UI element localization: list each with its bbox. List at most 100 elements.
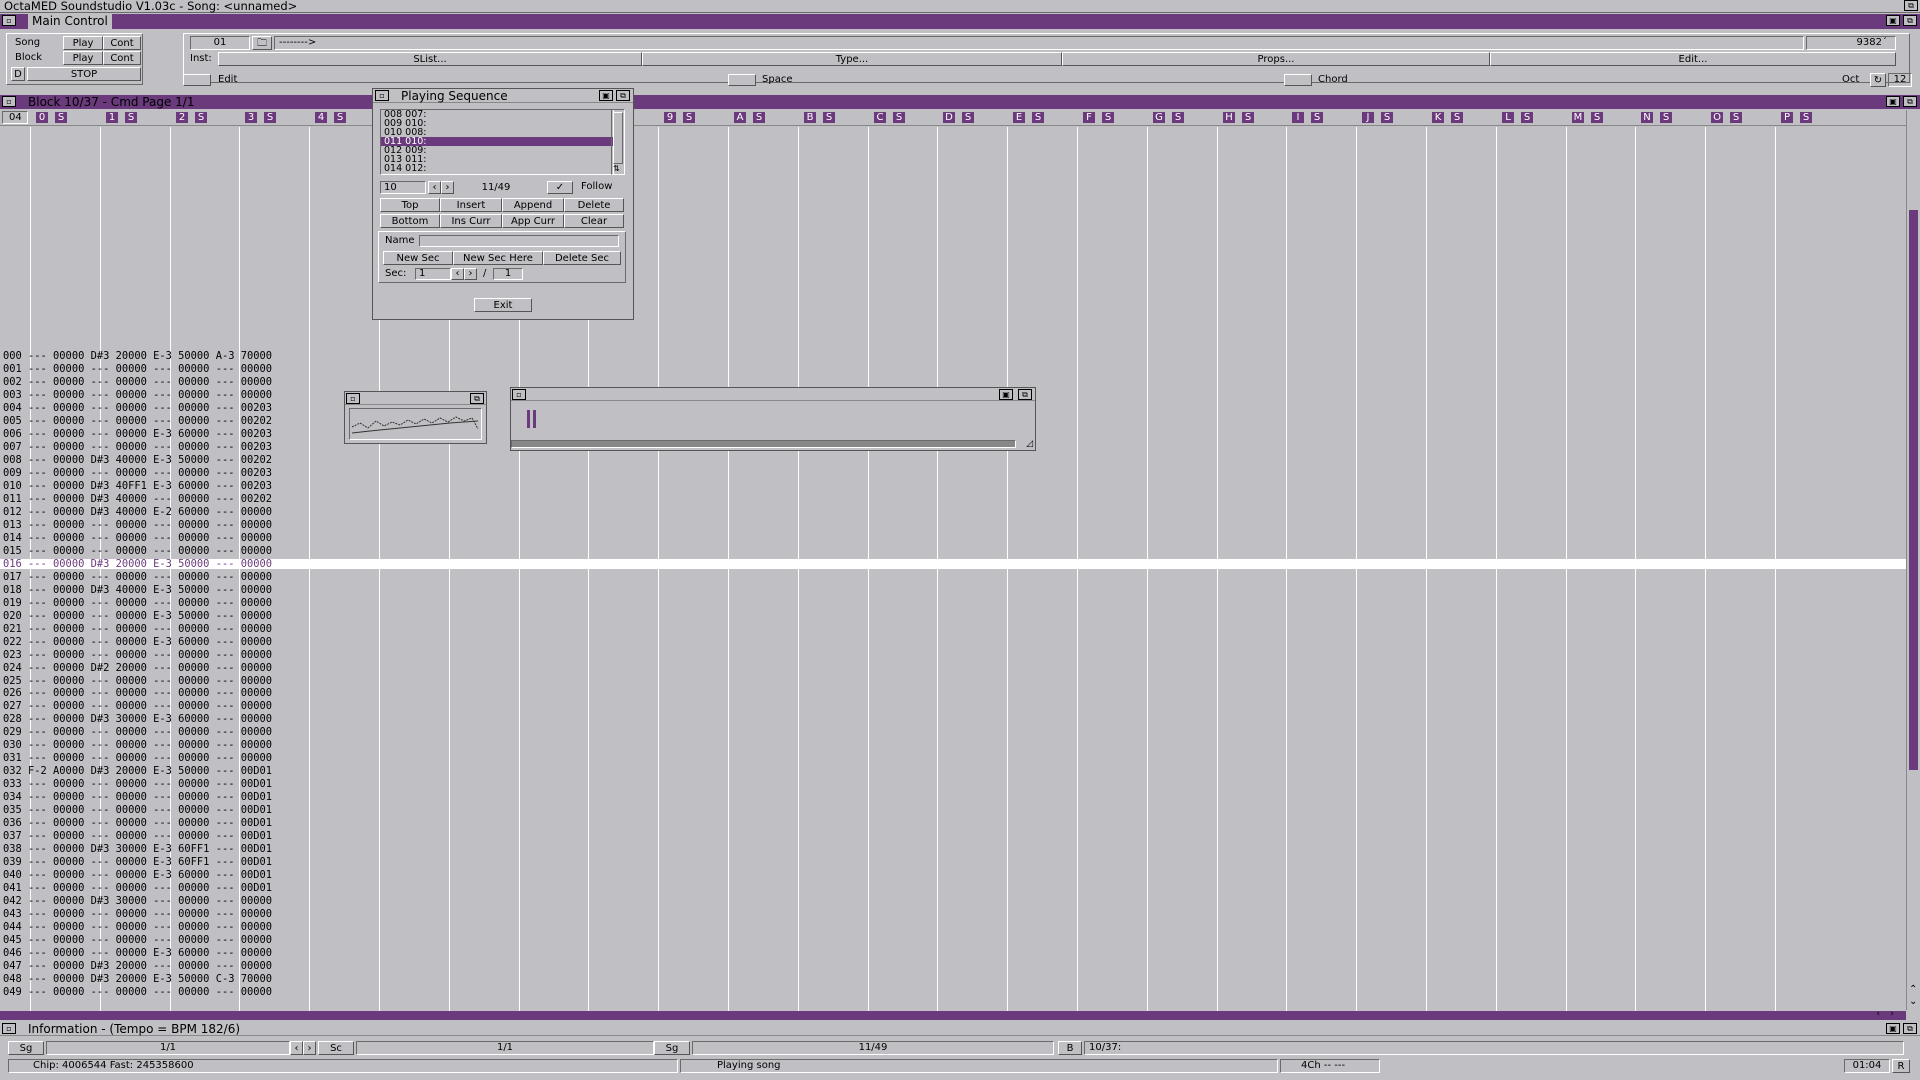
edit-button[interactable]: Edit...: [1490, 52, 1896, 66]
slist-button[interactable]: SList...: [218, 52, 642, 66]
track-1-number[interactable]: 1: [106, 112, 118, 123]
screen-depth-icon[interactable]: ⧉: [1904, 0, 1918, 11]
track-9-solo-button[interactable]: S: [683, 112, 695, 123]
insert-button[interactable]: Insert: [440, 198, 502, 212]
pattern-row[interactable]: 017 --- 00000 --- 00000 --- 00000 --- 00…: [3, 572, 272, 583]
append-button[interactable]: Append: [502, 198, 564, 212]
pattern-row[interactable]: 041 --- 00000 --- 00000 --- 00000 --- 00…: [3, 883, 272, 894]
pattern-row[interactable]: 042 --- 00000 D#3 30000 --- 00000 --- 00…: [3, 896, 272, 907]
sc-button[interactable]: Sc: [318, 1041, 354, 1055]
track-j-number[interactable]: J: [1362, 112, 1374, 123]
delete-sec-button[interactable]: Delete Sec: [543, 251, 621, 265]
block-editor-titlebar[interactable]: ▫ Block 10/37 - Cmd Page 1/1 ▣ ⧉: [0, 95, 1920, 109]
pattern-row[interactable]: 004 --- 00000 --- 00000 --- 00000 --- 00…: [3, 403, 272, 414]
track-d-number[interactable]: D: [943, 112, 955, 123]
pattern-row[interactable]: 043 --- 00000 --- 00000 --- 00000 --- 00…: [3, 909, 272, 920]
sec-next-button[interactable]: ›: [464, 268, 477, 280]
pattern-row[interactable]: 046 --- 00000 --- 00000 E-3 60000 --- 00…: [3, 948, 272, 959]
track-f-number[interactable]: F: [1083, 112, 1095, 123]
track-9-number[interactable]: 9: [664, 112, 676, 123]
pattern-row[interactable]: 011 --- 00000 D#3 40000 --- 00000 --- 00…: [3, 494, 272, 505]
horizontal-scrollbar[interactable]: ‹ ›: [0, 1009, 1906, 1020]
sec-prev-button[interactable]: ‹: [451, 268, 464, 280]
depth-icon[interactable]: ⧉: [616, 90, 630, 101]
pattern-row[interactable]: 029 --- 00000 --- 00000 --- 00000 --- 00…: [3, 727, 272, 738]
track-k-solo-button[interactable]: S: [1451, 112, 1463, 123]
top-button[interactable]: Top: [380, 198, 440, 212]
pattern-row[interactable]: 035 --- 00000 --- 00000 --- 00000 --- 00…: [3, 805, 272, 816]
zoom-icon[interactable]: ▣: [1886, 1023, 1900, 1034]
chord-toggle[interactable]: [1284, 74, 1312, 86]
pattern-row[interactable]: 020 --- 00000 --- 00000 E-3 50000 --- 00…: [3, 610, 272, 622]
track-h-number[interactable]: H: [1223, 112, 1235, 123]
track-o-number[interactable]: O: [1711, 112, 1723, 123]
track-g-number[interactable]: G: [1153, 112, 1165, 123]
depth-icon[interactable]: ⧉: [470, 393, 484, 404]
close-icon[interactable]: ▫: [2, 1023, 16, 1034]
pattern-row-current[interactable]: 016 --- 00000 D#3 20000 E-3 50000 --- 00…: [0, 559, 1909, 570]
app-curr-button[interactable]: App Curr: [502, 214, 564, 228]
pattern-row[interactable]: 015 --- 00000 --- 00000 --- 00000 --- 00…: [3, 546, 272, 557]
space-toggle[interactable]: [728, 74, 756, 86]
oct-cycle-button[interactable]: ↻: [1870, 73, 1886, 87]
track-b-number[interactable]: B: [804, 112, 816, 123]
playing-sequence-titlebar[interactable]: ▫ Playing Sequence ▣ ⧉: [373, 89, 633, 103]
pattern-row[interactable]: 000 --- 00000 D#3 20000 E-3 50000 A-3 70…: [3, 351, 272, 362]
pattern-row[interactable]: 019 --- 00000 --- 00000 --- 00000 --- 00…: [3, 598, 272, 609]
close-icon[interactable]: ▫: [346, 393, 360, 404]
sequence-scrollbar[interactable]: ⇅: [611, 109, 625, 175]
pattern-row[interactable]: 014 --- 00000 --- 00000 --- 00000 --- 00…: [3, 533, 272, 544]
new-sec-here-button[interactable]: New Sec Here: [453, 251, 543, 265]
pattern-row[interactable]: 036 --- 00000 --- 00000 --- 00000 --- 00…: [3, 818, 272, 829]
track-4-solo-button[interactable]: S: [334, 112, 346, 123]
pattern-row[interactable]: 048 --- 00000 D#3 20000 E-3 50000 C-3 70…: [3, 974, 272, 985]
close-icon[interactable]: ▫: [2, 96, 16, 107]
pattern-row[interactable]: 028 --- 00000 D#3 30000 E-3 60000 --- 00…: [3, 714, 272, 725]
track-h-solo-button[interactable]: S: [1242, 112, 1254, 123]
pattern-row[interactable]: 040 --- 00000 --- 00000 E-3 60000 --- 00…: [3, 870, 272, 881]
information-titlebar[interactable]: ▫ Information - (Tempo = BPM 182/6) ▣ ⧉: [0, 1022, 1920, 1036]
track-d-solo-button[interactable]: S: [962, 112, 974, 123]
track-i-number[interactable]: I: [1292, 112, 1304, 123]
stop-button[interactable]: STOP: [27, 67, 141, 81]
track-e-number[interactable]: E: [1013, 112, 1025, 123]
sg-button[interactable]: Sg: [8, 1041, 44, 1055]
track-2-number[interactable]: 2: [176, 112, 188, 123]
track-b-solo-button[interactable]: S: [823, 112, 835, 123]
pattern-row[interactable]: 037 --- 00000 --- 00000 --- 00000 --- 00…: [3, 831, 272, 842]
block-folder-button[interactable]: 🗀: [252, 36, 272, 50]
scroll-down-icon[interactable]: ⌄: [1909, 996, 1917, 1007]
zoom-icon[interactable]: ▣: [999, 389, 1013, 400]
sg2-button[interactable]: Sg: [654, 1041, 690, 1055]
pattern-row[interactable]: 005 --- 00000 --- 00000 --- 00000 --- 00…: [3, 416, 272, 427]
follow-checkbox[interactable]: ✓: [547, 181, 573, 194]
vertical-scrollbar[interactable]: ⌃ ⌄: [1906, 110, 1920, 1010]
pattern-row[interactable]: 026 --- 00000 --- 00000 --- 00000 --- 00…: [3, 688, 272, 699]
block-sequence-bar[interactable]: -------->: [274, 36, 1804, 50]
pattern-row[interactable]: 024 --- 00000 D#2 20000 --- 00000 --- 00…: [3, 662, 272, 674]
pattern-row[interactable]: 022 --- 00000 --- 00000 E-3 60000 --- 00…: [3, 636, 272, 648]
pattern-row[interactable]: 027 --- 00000 --- 00000 --- 00000 --- 00…: [3, 701, 272, 712]
sequence-next-button[interactable]: ›: [441, 181, 454, 194]
b-button[interactable]: B: [1058, 1041, 1082, 1055]
pattern-row[interactable]: 039 --- 00000 --- 00000 E-3 60FF1 --- 00…: [3, 857, 272, 868]
track-p-number[interactable]: P: [1781, 112, 1793, 123]
track-k-number[interactable]: K: [1432, 112, 1444, 123]
track-n-solo-button[interactable]: S: [1660, 112, 1672, 123]
play-block-button[interactable]: Play: [63, 51, 103, 65]
d-button[interactable]: D: [11, 67, 25, 81]
pattern-row[interactable]: 009 --- 00000 --- 00000 --- 00000 --- 00…: [3, 468, 272, 479]
track-p-solo-button[interactable]: S: [1800, 112, 1812, 123]
track-2-solo-button[interactable]: S: [195, 112, 207, 123]
pattern-row[interactable]: 013 --- 00000 --- 00000 --- 00000 --- 00…: [3, 520, 272, 531]
close-icon[interactable]: ▫: [375, 90, 389, 101]
edit-toggle[interactable]: [183, 74, 211, 86]
track-n-number[interactable]: N: [1641, 112, 1653, 123]
track-f-solo-button[interactable]: S: [1102, 112, 1114, 123]
song-prev-button[interactable]: ‹: [290, 1041, 303, 1055]
track-m-number[interactable]: M: [1572, 112, 1584, 123]
zoom-icon[interactable]: ▣: [599, 90, 613, 101]
pattern-row[interactable]: 044 --- 00000 --- 00000 --- 00000 --- 00…: [3, 922, 272, 933]
zoom-icon[interactable]: ▣: [1886, 96, 1900, 107]
pattern-row[interactable]: 008 --- 00000 D#3 40000 E-3 50000 --- 00…: [3, 455, 272, 466]
